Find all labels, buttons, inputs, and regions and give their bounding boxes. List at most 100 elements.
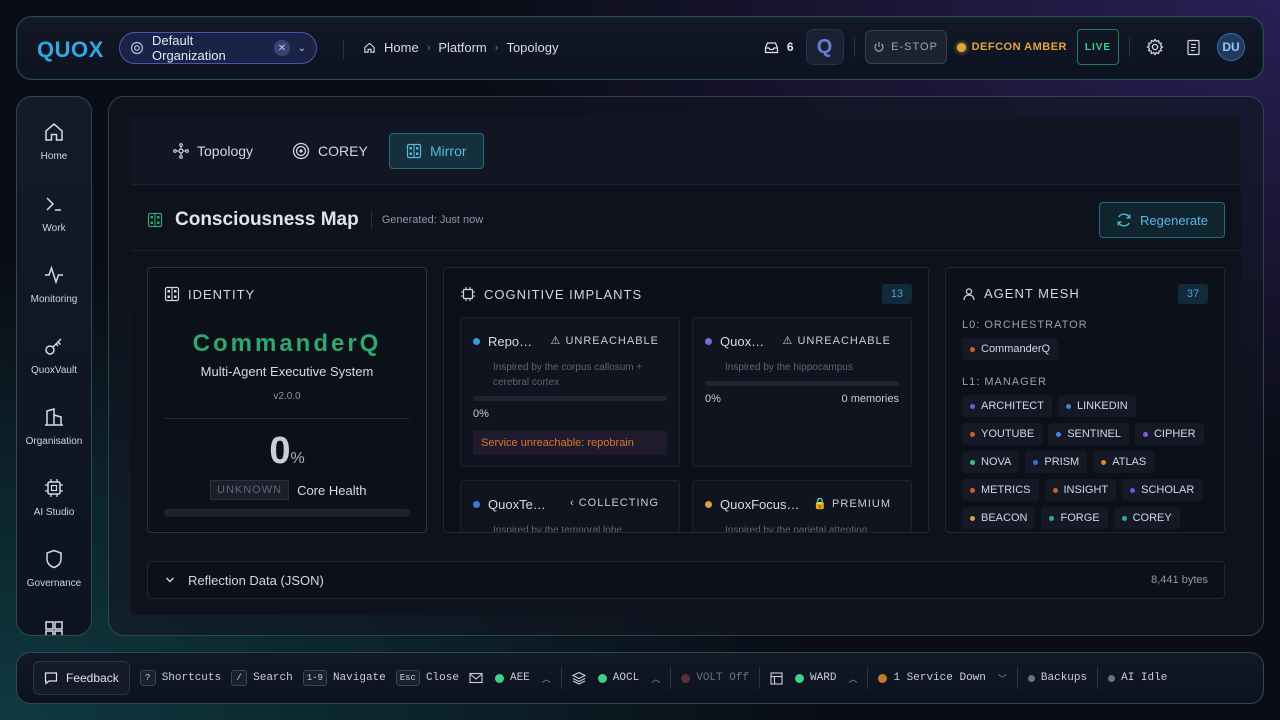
terminal-icon xyxy=(43,193,65,215)
tab-mirror[interactable]: Mirror xyxy=(389,133,484,169)
mail-icon xyxy=(469,672,483,684)
tab-bar: Topology COREY Mirror xyxy=(131,117,1241,185)
sidebar-item-label: Home xyxy=(40,151,68,162)
panel-title: AGENT MESH xyxy=(984,286,1080,301)
quox-logo[interactable]: QUOX xyxy=(37,37,104,63)
agent-chip[interactable]: SENTINEL xyxy=(1048,423,1129,445)
tab-corey[interactable]: COREY xyxy=(276,133,384,169)
core-health-bar xyxy=(164,509,410,517)
ward-status[interactable]: WARD ︿ xyxy=(770,671,857,685)
panel-title: IDENTITY xyxy=(188,286,256,302)
agent-name: LINKEDIN xyxy=(1076,400,1128,412)
tier-label: L1: MANAGER xyxy=(962,376,1047,388)
chevron-down-icon: ﹀ xyxy=(997,674,1007,685)
implant-inspiration: Inspired by the hippocampus xyxy=(725,362,853,373)
inbox-button[interactable]: 6 xyxy=(764,40,794,54)
sidebar-item-more[interactable] xyxy=(17,619,91,635)
avatar[interactable]: DU xyxy=(1217,33,1245,61)
agent-chip[interactable]: SCHOLAR xyxy=(1122,479,1203,501)
volt-status[interactable]: VOLT Off xyxy=(681,672,749,684)
identity-icon xyxy=(164,286,180,302)
status-dot xyxy=(473,501,480,508)
cognitive-implants-panel: COGNITIVE IMPLANTS 13 Repo… ⚠ UNREACHABL… xyxy=(443,267,929,533)
feedback-button[interactable]: Feedback xyxy=(33,661,130,695)
agent-chip[interactable]: CommanderQ xyxy=(962,338,1059,360)
tab-topology[interactable]: Topology xyxy=(157,133,269,169)
shortcut-hint: / Search xyxy=(231,670,293,686)
breadcrumb-topology: Topology xyxy=(506,40,559,55)
divider xyxy=(853,37,855,57)
kbd-key: 1-9 xyxy=(302,670,327,686)
regenerate-button[interactable]: Regenerate xyxy=(1099,202,1225,238)
service-status[interactable]: 1 Service Down ﹀ xyxy=(878,672,1007,685)
implant-card[interactable]: QuoxTe… ‹ COLLECTING Inspired by the tem… xyxy=(460,480,680,533)
agent-name: SCHOLAR xyxy=(1141,484,1195,496)
implant-progress: 0% xyxy=(705,393,721,405)
breadcrumb-platform[interactable]: Platform xyxy=(438,40,486,55)
implant-name: Quox… xyxy=(720,334,765,349)
aee-status[interactable]: AEE ︿ xyxy=(469,672,551,685)
gear-icon[interactable] xyxy=(1140,38,1170,56)
implant-card[interactable]: Quox… ⚠ UNREACHABLE Inspired by the hipp… xyxy=(692,317,912,467)
agent-chip[interactable]: CIPHER xyxy=(1134,423,1204,445)
agent-chip[interactable]: PRISM xyxy=(1025,451,1088,473)
org-selector[interactable]: Default Organization ✕ ⌄ xyxy=(119,32,317,64)
sidebar-item-monitoring[interactable]: Monitoring xyxy=(17,264,91,305)
agent-chip[interactable]: COREY xyxy=(1113,507,1180,529)
sidebar-item-organisation[interactable]: Organisation xyxy=(17,406,91,447)
implant-card[interactable]: Repo… ⚠ UNREACHABLE Inspired by the corp… xyxy=(460,317,680,467)
identity-version: v2.0.0 xyxy=(273,391,301,402)
divider xyxy=(1129,37,1130,57)
estop-button[interactable]: E-STOP xyxy=(864,30,947,64)
agent-name: BEACON xyxy=(981,512,1028,524)
sidebar-item-home[interactable]: Home xyxy=(17,121,91,162)
chevron-right-icon: › xyxy=(494,41,499,54)
live-badge[interactable]: LIVE xyxy=(1077,29,1119,65)
implants-title: COGNITIVE IMPLANTS xyxy=(460,286,642,302)
agent-chip[interactable]: FORGE xyxy=(1041,507,1108,529)
map-header: Consciousness Map Generated: Just now xyxy=(147,209,483,231)
agent-mesh-panel: AGENT MESH 37 L0: ORCHESTRATOR Commander… xyxy=(945,267,1225,533)
defcon-indicator[interactable]: DEFCON AMBER xyxy=(956,41,1067,53)
shortcut-label: Shortcuts xyxy=(161,672,222,684)
agent-chip[interactable]: INSIGHT xyxy=(1044,479,1117,501)
implant-card[interactable]: QuoxFocus… 🔒 PREMIUM Inspired by the par… xyxy=(692,480,912,532)
reflection-data-toggle[interactable]: Reflection Data (JSON) 8,441 bytes xyxy=(147,561,1225,599)
agent-chip[interactable]: NOVA xyxy=(962,451,1020,473)
divider xyxy=(560,667,562,689)
mirror-icon xyxy=(147,212,163,228)
agent-name: METRICS xyxy=(981,484,1031,496)
sidebar-item-work[interactable]: Work xyxy=(17,193,91,234)
sidebar-item-ai-studio[interactable]: AI Studio xyxy=(17,477,91,518)
status-dot xyxy=(597,673,607,683)
agent-name: SENTINEL xyxy=(1067,428,1121,440)
ai-status[interactable]: AI Idle xyxy=(1108,672,1167,684)
chevron-down-icon[interactable]: ⌄ xyxy=(298,43,306,54)
chevron-up-icon: ︿ xyxy=(651,674,661,685)
implant-status: ‹ COLLECTING xyxy=(569,497,659,509)
implant-inspiration: Inspired by the temporal lobe xyxy=(493,525,622,533)
reflection-bytes: 8,441 bytes xyxy=(1151,574,1208,586)
breadcrumb-home[interactable]: Home xyxy=(384,40,419,55)
agent-chip[interactable]: ARCHITECT xyxy=(962,395,1052,417)
sidebar-item-governance[interactable]: Governance xyxy=(17,548,91,589)
kbd-key: / xyxy=(231,670,248,686)
user-icon xyxy=(962,287,976,301)
aocl-label: AOCL xyxy=(612,672,640,684)
agent-chip[interactable]: YOUTUBE xyxy=(962,423,1043,445)
agent-chip[interactable]: METRICS xyxy=(962,479,1039,501)
target-icon xyxy=(292,142,310,160)
docs-icon[interactable] xyxy=(1180,39,1207,56)
sidebar-item-quoxvault[interactable]: QuoxVault xyxy=(17,335,91,376)
agent-chip[interactable]: ATLAS xyxy=(1093,451,1155,473)
agent-chip[interactable]: BEACON xyxy=(962,507,1036,529)
sidebar-item-label: Work xyxy=(42,223,66,234)
backups-status[interactable]: Backups xyxy=(1027,672,1087,684)
aocl-status[interactable]: AOCL ︿ xyxy=(571,671,661,685)
status-dot xyxy=(795,673,805,683)
agent-chip[interactable]: LINKEDIN xyxy=(1057,395,1136,417)
q-assistant-button[interactable]: Q xyxy=(805,29,844,65)
clear-org-icon[interactable]: ✕ xyxy=(274,40,290,56)
home-crumb-icon xyxy=(363,41,376,54)
implant-status: ⚠ UNREACHABLE xyxy=(782,335,891,347)
